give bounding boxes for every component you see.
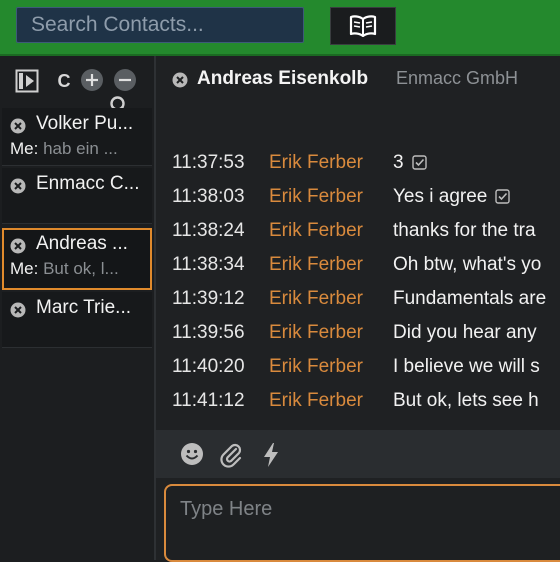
message-time: 11:40:20 — [172, 356, 245, 377]
message-sender: Erik Ferber — [269, 220, 363, 241]
message-time: 11:39:12 — [172, 288, 245, 309]
close-icon[interactable] — [10, 178, 26, 194]
message-input[interactable] — [166, 486, 560, 560]
add-contact-button[interactable] — [80, 68, 104, 92]
message-text: Oh btw, what's yo — [393, 254, 542, 275]
emoji-button[interactable] — [180, 442, 204, 466]
message-row: 11:37:53 Erik Ferber 3 — [156, 148, 560, 182]
message-input-box[interactable] — [164, 484, 560, 562]
message-row: 11:39:12 Erik Ferber Fundamentals are — [156, 284, 560, 318]
book-icon — [349, 15, 377, 37]
message-row: 11:39:56 Erik Ferber Did you hear any — [156, 318, 560, 352]
message-row: 11:40:20 Erik Ferber I believe we will s — [156, 352, 560, 386]
chat-panel: Andreas Eisenkolb Enmacc GmbH 11:37:53 E… — [156, 56, 560, 562]
message-sender: Erik Ferber — [269, 152, 363, 173]
message-sender: Erik Ferber — [269, 322, 363, 343]
contact-sidebar: C Volker Pu... Me: hab ein ... Enmacc C.… — [0, 56, 156, 560]
composer-toolbar — [156, 430, 560, 478]
top-bar — [0, 0, 560, 56]
close-icon[interactable] — [10, 238, 26, 254]
contact-name: Andreas ... — [36, 233, 128, 254]
message-list[interactable]: 11:37:53 Erik Ferber 3 11:38:03 Erik Fer… — [156, 148, 560, 410]
contact-preview-me: Me: — [10, 259, 39, 278]
message-row: 11:38:24 Erik Ferber thanks for the tra — [156, 216, 560, 250]
address-book-button[interactable] — [330, 7, 396, 45]
paperclip-icon — [220, 443, 242, 468]
attach-button[interactable] — [218, 442, 244, 468]
sidebar-toolbar: C — [0, 56, 154, 117]
contact-item[interactable]: Enmacc C... — [2, 168, 152, 224]
search-contacts-input[interactable] — [16, 7, 304, 43]
message-text: Did you hear any — [393, 322, 537, 343]
contacts-filter-letter[interactable]: C — [54, 68, 74, 94]
panel-toggle-icon — [15, 69, 39, 93]
contact-name: Enmacc C... — [36, 173, 140, 194]
message-text: Yes i agree — [393, 186, 511, 208]
message-row: 11:41:12 Erik Ferber But ok, lets see h — [156, 386, 560, 410]
panel-toggle-button[interactable] — [14, 68, 40, 94]
message-time: 11:38:34 — [172, 254, 245, 275]
chat-contact-company: Enmacc GmbH — [396, 68, 519, 88]
chat-contact-name: Andreas Eisenkolb — [197, 68, 369, 89]
plus-icon — [81, 69, 103, 91]
message-sender: Erik Ferber — [269, 356, 363, 377]
contact-name: Marc Trie... — [36, 297, 132, 318]
message-sender: Erik Ferber — [269, 390, 363, 410]
message-time: 11:38:03 — [172, 186, 245, 207]
message-sender: Erik Ferber — [269, 288, 363, 309]
close-icon[interactable] — [10, 118, 26, 134]
contact-preview-text: hab ein ... — [43, 139, 118, 158]
message-text: But ok, lets see h — [393, 390, 539, 410]
contact-item[interactable]: Volker Pu... Me: hab ein ... — [2, 108, 152, 166]
message-time: 11:39:56 — [172, 322, 245, 343]
message-text: 3 — [393, 152, 427, 174]
check-icon — [495, 189, 511, 205]
check-icon — [411, 155, 427, 171]
close-icon[interactable] — [172, 72, 188, 88]
contact-item-active[interactable]: Andreas ... Me: But ok, l... — [2, 228, 152, 290]
message-time: 11:37:53 — [172, 152, 245, 173]
message-row: 11:38:03 Erik Ferber Yes i agree — [156, 182, 560, 216]
contact-preview-me: Me: — [10, 139, 39, 158]
minus-icon — [114, 69, 136, 91]
message-text: thanks for the tra — [393, 220, 536, 241]
lightning-icon — [264, 443, 278, 467]
smiley-icon — [181, 443, 203, 465]
remove-contact-button[interactable] — [113, 68, 137, 92]
message-time: 11:41:12 — [172, 390, 245, 410]
contact-preview: Me: hab ein ... — [10, 139, 144, 159]
message-text: Fundamentals are — [393, 288, 547, 309]
close-icon[interactable] — [10, 302, 26, 318]
message-row: 11:38:34 Erik Ferber Oh btw, what's yo — [156, 250, 560, 284]
message-text: I believe we will s — [393, 356, 540, 377]
quick-reply-button[interactable] — [260, 442, 282, 468]
message-time: 11:38:24 — [172, 220, 245, 241]
contact-preview: Me: But ok, l... — [10, 259, 144, 279]
contact-item[interactable]: Marc Trie... — [2, 292, 152, 348]
contact-preview-text: But ok, l... — [43, 259, 119, 278]
message-sender: Erik Ferber — [269, 254, 363, 275]
contact-name: Volker Pu... — [36, 113, 134, 134]
message-sender: Erik Ferber — [269, 186, 363, 207]
